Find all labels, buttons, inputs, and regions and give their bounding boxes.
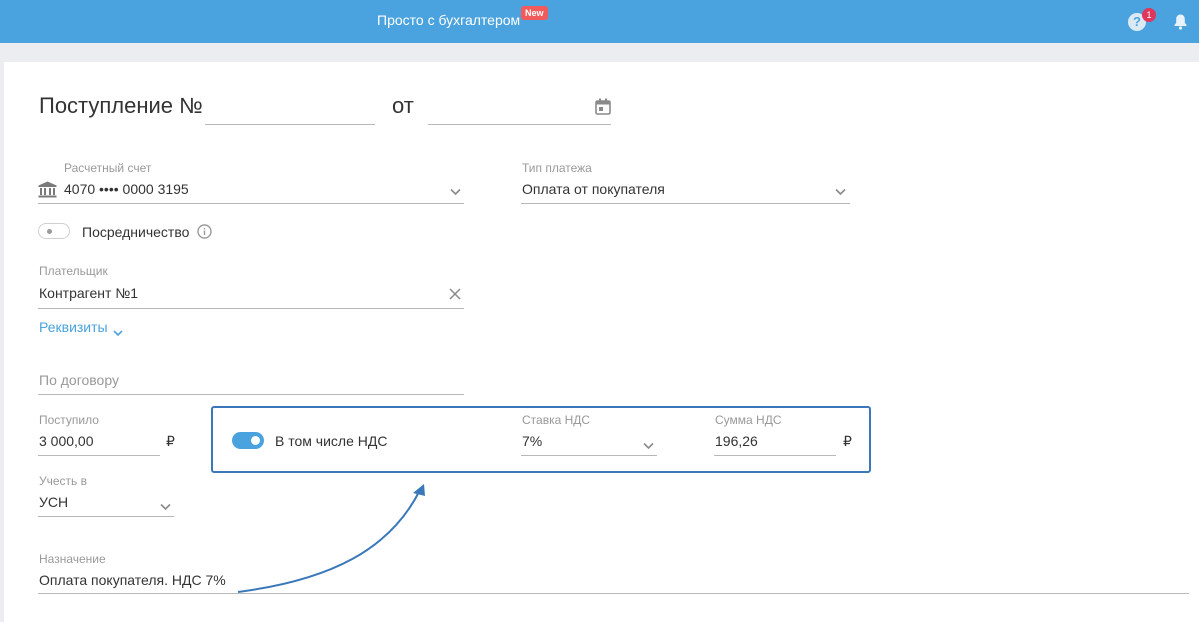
purpose-label: Назначение [39,552,106,566]
date-label: от [392,93,414,118]
help-count-badge: 1 [1142,8,1156,22]
top-bar: Просто с бухгалтером New ? 1 [0,0,1199,43]
chevron-down-icon [450,183,461,201]
chevron-down-icon[interactable] [113,324,123,342]
new-badge: New [521,6,548,20]
bell-icon[interactable] [1173,13,1188,35]
date-input[interactable] [428,96,611,125]
purpose-input[interactable]: Оплата покупателя. НДС 7% [38,566,1189,594]
account-in-select[interactable]: УСН [38,489,174,517]
vat-toggle[interactable] [232,432,264,449]
contract-input[interactable]: По договору [38,366,464,395]
vat-rate-select[interactable]: 7% [521,428,657,456]
brand-title[interactable]: Просто с бухгалтером [377,12,520,28]
received-currency: ₽ [166,433,175,449]
intermediary-toggle[interactable] [38,223,70,239]
chevron-down-icon [160,498,171,516]
details-link[interactable]: Реквизиты [39,319,108,335]
vat-rate-label: Ставка НДС [522,413,591,427]
account-select[interactable]: 4070 •••• 0000 3195 [38,176,464,204]
document-number-input[interactable] [205,96,375,125]
calendar-icon[interactable] [595,98,611,120]
clear-icon[interactable] [449,287,461,305]
chevron-down-icon [835,183,846,201]
received-label: Поступило [39,413,99,427]
payment-type-select[interactable]: Оплата от покупателя [521,176,850,204]
chevron-down-icon [643,437,654,455]
intermediary-label: Посредничество [82,224,190,240]
annotation-arrow [237,484,425,593]
payer-label: Плательщик [39,264,108,278]
document-card [4,62,1199,622]
payer-input[interactable]: Контрагент №1 [38,280,464,309]
vat-amount-input[interactable]: 196,26 [714,428,836,456]
vat-amount-label: Сумма НДС [715,413,782,427]
payment-type-label: Тип платежа [522,161,592,175]
vat-toggle-label: В том числе НДС [275,433,388,449]
vat-amount-currency: ₽ [843,433,852,449]
received-amount-input[interactable]: 3 000,00 [38,428,160,456]
info-icon[interactable] [197,224,212,244]
account-in-label: Учесть в [39,474,88,488]
page-title: Поступление № [39,93,203,118]
account-label: Расчетный счет [64,161,152,175]
